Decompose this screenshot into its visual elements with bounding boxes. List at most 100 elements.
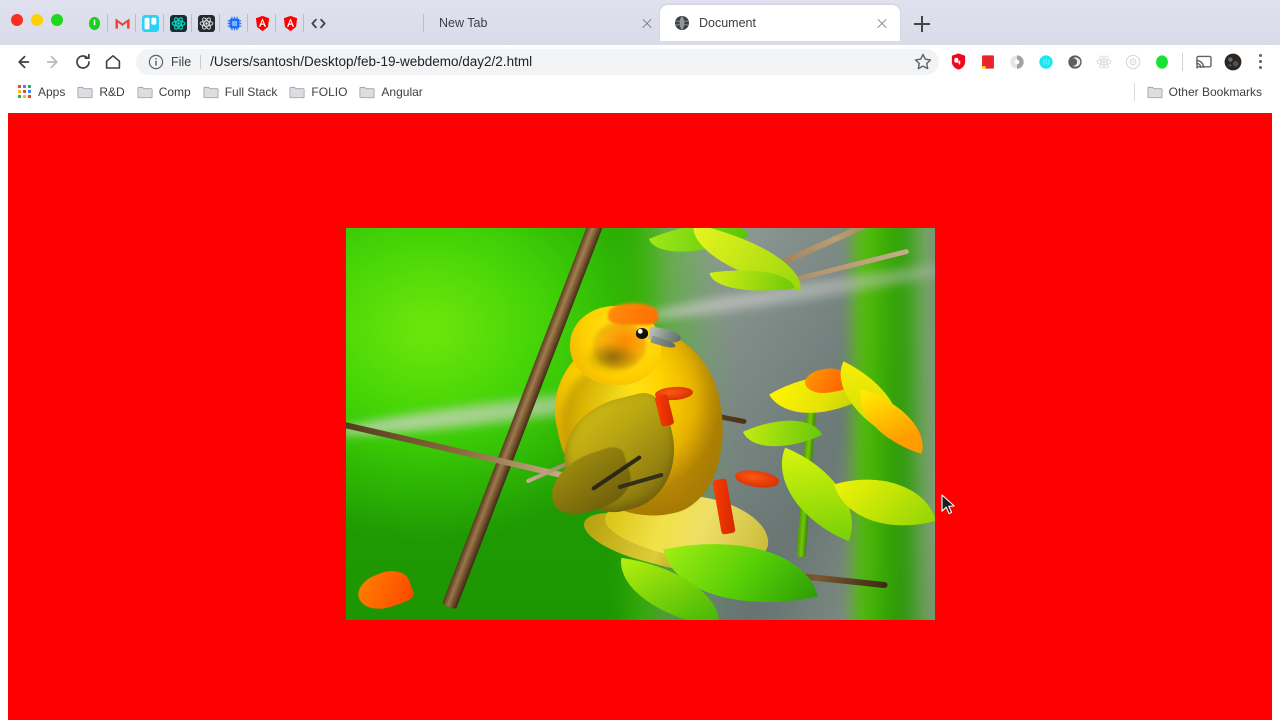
trello-icon <box>141 14 159 32</box>
bookmarks-bar: Apps R&D Comp Full Stack FOLIO Angular O… <box>0 78 1280 106</box>
browser-window: New Tab Document File /Users/santosh/Des… <box>0 0 1280 720</box>
tab-close-icon[interactable] <box>874 15 890 31</box>
pinned-tab-trello[interactable] <box>135 10 164 36</box>
new-tab-button[interactable] <box>910 12 934 36</box>
react-dark-icon <box>197 14 215 32</box>
gmail-icon <box>114 17 130 29</box>
tab-document[interactable]: Document <box>660 5 900 41</box>
extension-cyan-circle-button[interactable] <box>1032 48 1059 76</box>
extension-red-book-button[interactable] <box>974 48 1001 76</box>
kebab-menu-icon <box>1258 66 1262 69</box>
folder-icon <box>289 86 305 98</box>
folder-icon <box>137 86 153 98</box>
reload-button[interactable] <box>68 47 98 77</box>
tab-new-tab[interactable]: New Tab <box>423 6 665 40</box>
url-scheme-label: File <box>171 54 202 69</box>
angular-icon <box>255 15 269 31</box>
pinned-tab-gmail[interactable] <box>107 10 136 36</box>
yellow-weaver-bird-photo[interactable] <box>346 228 935 620</box>
tab-close-icon[interactable] <box>639 15 655 31</box>
tab-label: Document <box>699 16 756 30</box>
cast-icon <box>1195 55 1212 68</box>
extension-red-book-icon <box>981 54 994 69</box>
minimize-window-button[interactable] <box>31 14 43 26</box>
back-button[interactable] <box>8 47 38 77</box>
tab-label: New Tab <box>439 16 488 30</box>
extensions-area <box>945 48 1272 76</box>
code-brackets-icon <box>310 18 326 28</box>
pinned-tab-green-dot[interactable] <box>80 10 108 36</box>
cast-button[interactable] <box>1190 48 1217 76</box>
chip-icon <box>227 16 241 30</box>
photo-overlay <box>346 228 935 620</box>
bookmark-label: Full Stack <box>224 84 278 99</box>
close-window-button[interactable] <box>11 14 23 26</box>
extension-react-faded-button[interactable] <box>1090 48 1117 76</box>
angular-icon-2 <box>283 15 297 31</box>
extension-cyan-circle-icon <box>1038 54 1053 69</box>
maximize-window-button[interactable] <box>51 14 63 26</box>
tab-strip: New Tab Document <box>0 0 1280 45</box>
bookmark-apps[interactable]: Apps <box>12 81 73 103</box>
bookmark-label: FOLIO <box>311 84 348 99</box>
bookmark-folder-rnd[interactable]: R&D <box>73 82 132 102</box>
page-viewport <box>0 104 1280 720</box>
extension-gray-circle-icon <box>1009 54 1024 69</box>
bookmark-folder-full-stack[interactable]: Full Stack <box>199 82 286 102</box>
bookmark-folder-comp[interactable]: Comp <box>133 82 199 102</box>
bookmark-folder-folio[interactable]: FOLIO <box>285 82 355 102</box>
bookmark-label: Angular <box>381 84 423 99</box>
url-text[interactable]: /Users/santosh/Desktop/feb-19-webdemo/da… <box>210 54 907 69</box>
pinned-tab-react-dark[interactable] <box>191 10 220 36</box>
extension-dark-moon-button[interactable] <box>1061 48 1088 76</box>
extension-green-circle-icon <box>1155 54 1168 69</box>
page-background <box>8 113 1272 720</box>
pinned-tab-angular-2[interactable] <box>275 10 304 36</box>
extension-dark-moon-icon <box>1067 54 1082 69</box>
bookmark-other-bookmarks[interactable]: Other Bookmarks <box>1143 82 1270 102</box>
pinned-tabs <box>80 10 332 36</box>
extension-red-shield-icon <box>951 53 966 70</box>
home-button[interactable] <box>98 47 128 77</box>
bookmark-label: Other Bookmarks <box>1168 84 1262 99</box>
pinned-tab-react-teal[interactable] <box>163 10 192 36</box>
bookmark-label: R&D <box>99 84 125 99</box>
pinned-tab-code[interactable] <box>303 10 332 36</box>
green-dot-icon <box>88 16 100 30</box>
pinned-tab-angular-1[interactable] <box>247 10 276 36</box>
other-bookmarks-area: Other Bookmarks <box>1133 82 1270 102</box>
info-circle-icon[interactable] <box>148 54 164 70</box>
bookmark-folder-angular[interactable]: Angular <box>355 82 430 102</box>
profile-button[interactable] <box>1219 48 1246 76</box>
profile-avatar <box>1224 53 1241 70</box>
apps-grid-icon <box>16 84 32 100</box>
extension-react-faded-icon <box>1096 54 1111 69</box>
home-icon <box>105 54 121 69</box>
globe-icon <box>675 16 689 30</box>
forward-button[interactable] <box>38 47 68 77</box>
kebab-menu-icon <box>1258 54 1262 57</box>
address-bar[interactable]: File /Users/santosh/Desktop/feb-19-webde… <box>136 48 939 75</box>
bookmark-label: Apps <box>38 84 66 99</box>
bookmarks-divider <box>1133 82 1135 101</box>
reload-icon <box>76 53 90 69</box>
toolbar-divider <box>1182 52 1183 71</box>
extension-target-faded-icon <box>1125 54 1140 69</box>
folder-icon <box>359 86 375 98</box>
extension-gray-circle-button[interactable] <box>1003 48 1030 76</box>
browser-toolbar: File /Users/santosh/Desktop/feb-19-webde… <box>0 45 1280 78</box>
star-icon[interactable] <box>911 50 935 74</box>
extension-target-faded-button[interactable] <box>1119 48 1146 76</box>
bookmark-label: Comp <box>158 84 191 99</box>
extension-green-circle-button[interactable] <box>1148 48 1175 76</box>
browser-menu-button[interactable] <box>1248 48 1272 76</box>
window-controls <box>11 14 63 26</box>
arrow-right-icon <box>46 55 58 68</box>
arrow-left-icon <box>18 55 30 68</box>
extension-red-shield-button[interactable] <box>945 48 972 76</box>
folder-icon <box>1147 86 1163 98</box>
folder-icon <box>203 86 219 98</box>
kebab-menu-icon <box>1258 60 1262 63</box>
react-teal-icon <box>169 14 187 32</box>
pinned-tab-chip[interactable] <box>219 10 248 36</box>
